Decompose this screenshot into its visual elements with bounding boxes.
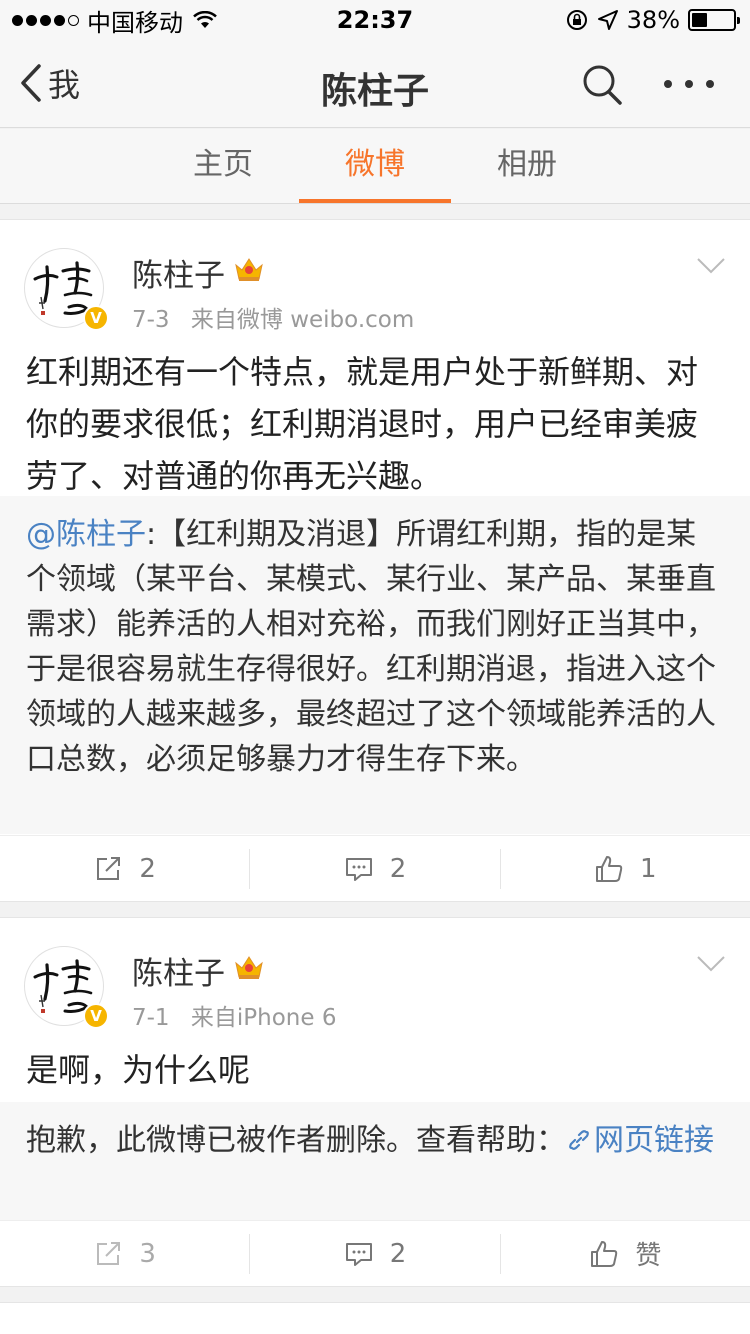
page-title: 陈柱子 xyxy=(320,71,429,112)
weibo-post-partial xyxy=(0,1302,750,1334)
deleted-text: 抱歉，此微博已被作者删除。查看帮助： xyxy=(26,1123,566,1158)
link-icon xyxy=(569,1130,589,1150)
repost-count: 2 xyxy=(139,853,156,884)
thumbs-up-icon xyxy=(591,1240,618,1267)
signal-strength-icon xyxy=(12,14,79,26)
crown-vip-icon[interactable] xyxy=(234,953,264,981)
post-date: 7-1 xyxy=(132,1005,170,1031)
verified-badge-icon: V xyxy=(83,1003,109,1029)
carrier-name: 中国移动 xyxy=(87,8,183,37)
mention-link[interactable]: @陈柱子 xyxy=(26,517,146,552)
web-link[interactable]: 网页链接 xyxy=(566,1123,714,1158)
more-options-button[interactable] xyxy=(664,64,714,104)
search-icon[interactable] xyxy=(580,62,626,108)
orientation-lock-icon xyxy=(566,10,587,30)
post-text: 红利期还有一个特点，就是用户处于新鲜期、对你的要求很低；红利期消退时，用户已经审… xyxy=(26,353,699,495)
location-icon xyxy=(597,10,618,30)
navigation-bar: 我 陈柱子 xyxy=(0,40,750,128)
post-actions: 3 2 赞 xyxy=(0,1220,750,1286)
repost-text: :【红利期及消退】所谓红利期，指的是某个领域（某平台、某模式、某行业、某产品、某… xyxy=(26,517,716,777)
avatar[interactable]: V xyxy=(24,946,109,1029)
more-dot-icon xyxy=(685,80,693,88)
like-count: 1 xyxy=(640,853,657,884)
chevron-left-icon xyxy=(21,64,41,102)
web-link-label: 网页链接 xyxy=(594,1123,714,1158)
post-author[interactable]: 陈柱子 xyxy=(132,948,225,993)
post-meta: 7-3 来自微博 weibo.com xyxy=(132,300,414,334)
repost-content[interactable]: @陈柱子:【红利期及消退】所谓红利期，指的是某个领域（某平台、某模式、某行业、某… xyxy=(0,496,750,834)
profile-tabs: 主页 微博 相册 xyxy=(0,129,750,204)
deleted-repost-notice: 抱歉，此微博已被作者删除。查看帮助： 网页链接 xyxy=(0,1102,750,1220)
post-date: 7-3 xyxy=(132,307,170,333)
chevron-down-icon[interactable] xyxy=(696,256,726,276)
like-button[interactable]: 赞 xyxy=(499,1233,750,1274)
post-source: 来自微博 weibo.com xyxy=(190,307,415,333)
like-label: 赞 xyxy=(635,1241,662,1271)
more-dot-icon xyxy=(664,80,672,88)
thumbs-up-icon xyxy=(596,855,623,882)
wifi-icon xyxy=(193,11,217,28)
share-icon xyxy=(97,1241,121,1265)
more-dot-icon xyxy=(706,80,714,88)
back-button[interactable]: 我 xyxy=(20,60,80,106)
weibo-post: V 陈柱子 7-1 来自iPhone 6 是啊，为什么呢 抱歉，此微博已被作者删… xyxy=(0,917,750,1287)
comment-icon xyxy=(345,1242,372,1266)
battery-percent: 38% xyxy=(626,6,680,34)
comment-icon xyxy=(345,857,372,881)
post-meta: 7-1 来自iPhone 6 xyxy=(132,998,336,1032)
avatar[interactable]: V xyxy=(24,248,109,331)
repost-button[interactable]: 3 xyxy=(0,1234,249,1274)
post-text: 是啊，为什么呢 xyxy=(26,1051,251,1089)
repost-button[interactable]: 2 xyxy=(0,849,249,889)
verified-badge-icon: V xyxy=(83,305,109,331)
share-icon xyxy=(97,856,121,880)
comment-button[interactable]: 2 xyxy=(249,1233,499,1274)
chevron-down-icon[interactable] xyxy=(696,954,726,974)
post-actions: 2 2 1 xyxy=(0,835,750,901)
tab-weibo[interactable]: 微博 xyxy=(299,129,451,203)
back-label: 我 xyxy=(48,66,81,104)
crown-vip-icon[interactable] xyxy=(234,255,264,283)
comment-count: 2 xyxy=(389,853,407,884)
repost-count: 3 xyxy=(139,1238,156,1269)
weibo-post: V 陈柱子 7-3 来自微博 weibo.com 红利期还有一个特点，就是用户处… xyxy=(0,219,750,902)
comment-button[interactable]: 2 xyxy=(249,848,499,889)
post-source: 来自iPhone 6 xyxy=(190,1005,337,1031)
status-bar: 中国移动 22:37 38% xyxy=(0,0,750,40)
like-button[interactable]: 1 xyxy=(499,848,750,889)
comment-count: 2 xyxy=(389,1238,407,1269)
tab-home[interactable]: 主页 xyxy=(147,129,299,203)
battery-icon xyxy=(688,9,740,31)
post-author[interactable]: 陈柱子 xyxy=(132,250,225,295)
tab-album[interactable]: 相册 xyxy=(451,129,603,203)
